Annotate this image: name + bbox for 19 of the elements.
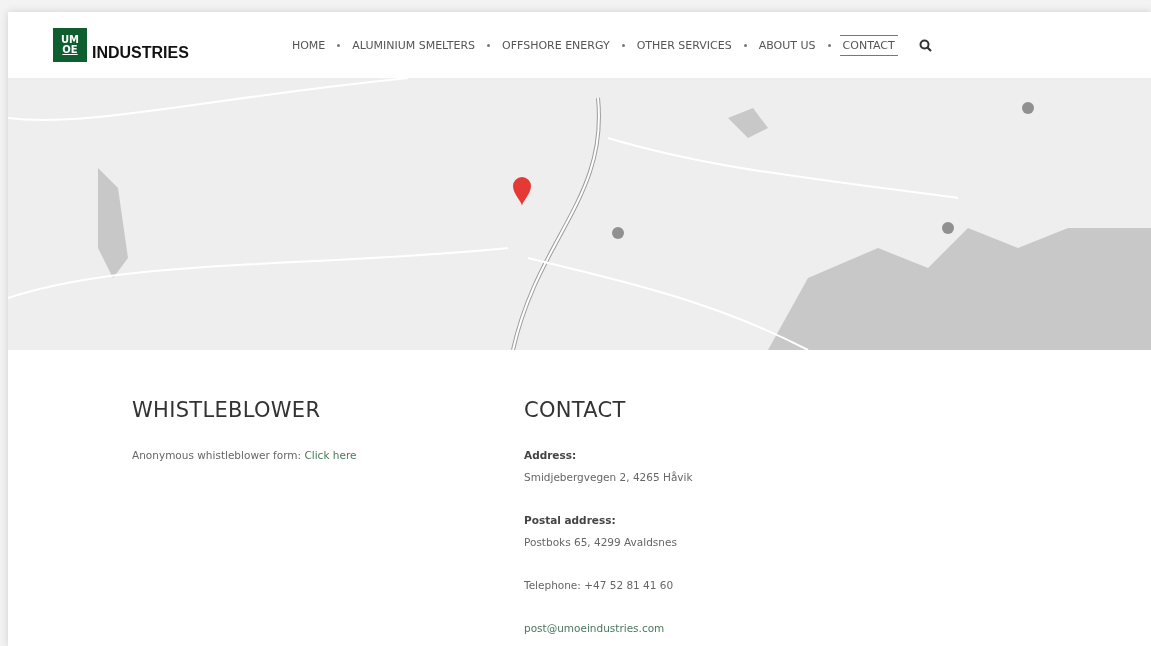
section-heading: WHISTLEBLOWER xyxy=(132,398,322,422)
whistleblower-text: Anonymous whistleblower form: Click here xyxy=(132,448,358,463)
nav-link[interactable]: ABOUT US xyxy=(755,35,819,55)
contact-label: Postal address: xyxy=(524,513,617,528)
nav-link[interactable]: OTHER SERVICES xyxy=(633,35,735,55)
email-link[interactable]: post@umoeindustries.com xyxy=(524,622,665,634)
nav-link[interactable]: ALUMINIUM SMELTERS xyxy=(349,35,479,55)
logo-text: INDUSTRIES xyxy=(92,45,189,61)
contact-value: Smidjebergvegen 2, 4265 Håvik xyxy=(524,470,694,485)
contact-label: Address: xyxy=(524,448,578,463)
nav-link[interactable]: HOME xyxy=(288,35,329,55)
logo-mark: UM OE xyxy=(53,28,87,62)
search-icon[interactable] xyxy=(918,38,932,52)
click-here-link[interactable]: Click here xyxy=(304,449,357,461)
nav-link[interactable]: CONTACT xyxy=(839,34,898,56)
contact-value: Telephone: +47 52 81 41 60 xyxy=(524,578,675,593)
contact-value: Postboks 65, 4299 Avaldsnes xyxy=(524,535,678,550)
nav-link[interactable]: OFFSHORE ENERGY xyxy=(499,35,613,55)
section-heading: CONTACT xyxy=(524,398,627,422)
